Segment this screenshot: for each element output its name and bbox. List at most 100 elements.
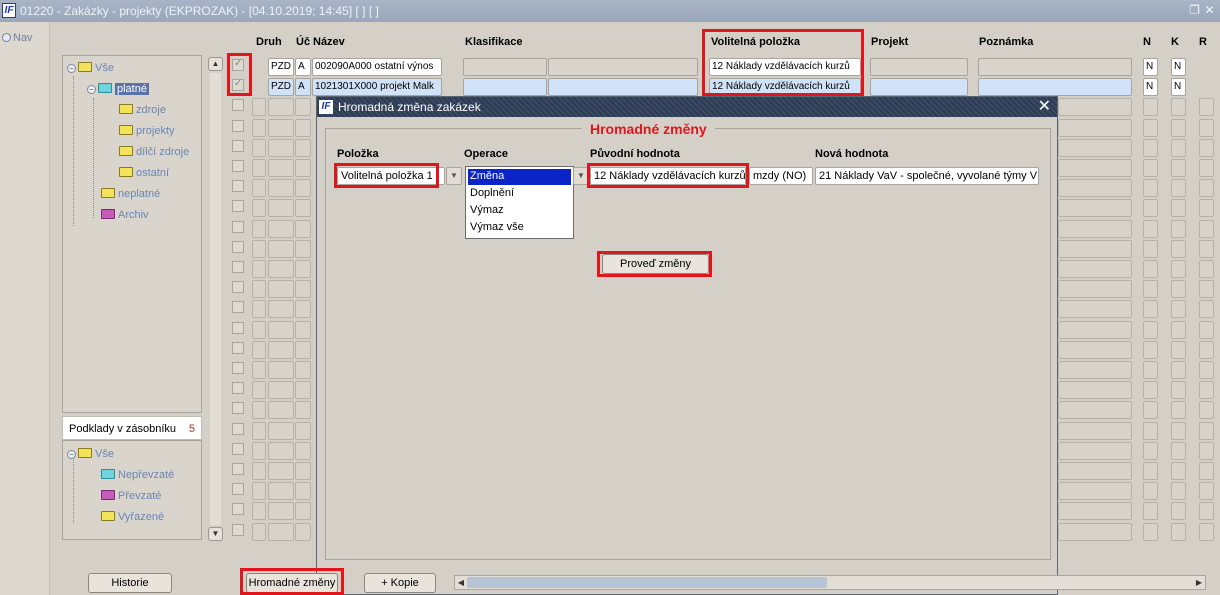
grid-cell[interactable] [1143,381,1158,400]
grid-cell[interactable] [1199,401,1214,420]
col-header-poznamka[interactable]: Poznámka [979,36,1033,48]
option-doplneni[interactable]: Doplnění [468,186,571,202]
collapse-icon[interactable]: − [67,450,76,459]
grid-cell[interactable] [1199,482,1214,501]
tree2-item-prevzate[interactable]: Převzaté [101,490,161,506]
tree2-item-neprevzate[interactable]: Nepřevzaté [101,469,174,485]
bulk-changes-button[interactable]: Hromadné změny [246,573,338,593]
grid-cell[interactable] [295,179,311,198]
tree-item-zdroje[interactable]: zdroje [119,104,166,120]
grid-cell[interactable] [1143,462,1158,480]
grid-cell[interactable] [1199,98,1214,117]
scroll-left-icon[interactable]: ◀ [455,576,467,589]
grid-cell[interactable] [1171,482,1186,501]
grid-cell[interactable] [268,381,294,400]
grid-cell[interactable] [1058,340,1132,359]
row-checkbox[interactable] [232,503,244,516]
grid-cell[interactable] [1199,199,1214,218]
cell-n[interactable]: N [1143,58,1158,76]
grid-cell[interactable] [252,138,266,157]
grid-cell[interactable] [1143,300,1158,319]
grid-cell[interactable] [252,118,266,137]
grid-cell[interactable] [1058,441,1132,460]
grid-cell[interactable] [1143,421,1158,440]
grid-cell[interactable] [295,340,311,359]
grid-cell[interactable] [252,421,266,440]
col-header-nazev[interactable]: Název [313,36,345,48]
grid-cell[interactable] [268,98,294,117]
grid-cell[interactable] [1058,260,1132,278]
grid-cell[interactable] [1171,300,1186,319]
tree-item-vse[interactable]: − Vše [67,62,114,78]
col-header-druh[interactable]: Druh [256,36,282,48]
grid-cell[interactable] [1058,199,1132,218]
grid-cell[interactable] [252,98,266,117]
tree-item-dilci-zdroje[interactable]: dílčí zdroje [119,146,189,162]
grid-cell[interactable] [1143,320,1158,339]
grid-cell[interactable] [1058,401,1132,420]
grid-cell[interactable] [252,340,266,359]
grid-cell[interactable] [268,118,294,137]
cell-k[interactable]: N [1171,78,1186,96]
grid-cell[interactable] [1199,280,1214,299]
grid-cell[interactable] [268,462,294,480]
grid-cell[interactable] [1199,320,1214,339]
grid-cell[interactable] [1143,118,1158,137]
grid-cell[interactable] [295,260,311,278]
grid-cell[interactable] [1058,522,1132,541]
row-checkbox[interactable] [232,422,244,435]
cell-projekt[interactable] [870,58,968,76]
row-checkbox[interactable] [232,139,244,152]
row-checkbox[interactable] [232,402,244,415]
grid-cell[interactable] [295,239,311,258]
cell-uc[interactable]: A [295,78,311,96]
grid-cell[interactable] [1058,118,1132,137]
grid-cell[interactable] [1171,421,1186,440]
grid-cell[interactable] [295,98,311,117]
grid-cell[interactable] [1143,159,1158,177]
cell-klasifikace[interactable] [463,58,547,76]
grid-cell[interactable] [1058,179,1132,198]
grid-cell[interactable] [252,462,266,480]
row-checkbox[interactable] [232,442,244,455]
cell-klasifikace[interactable] [463,78,547,96]
grid-cell[interactable] [252,159,266,177]
grid-cell[interactable] [252,320,266,339]
grid-cell[interactable] [1143,260,1158,278]
grid-cell[interactable] [1171,118,1186,137]
grid-cell[interactable] [1199,300,1214,319]
grid-cell[interactable] [295,502,311,521]
cell-nazev[interactable]: 1021301X000 projekt Malk [312,78,442,96]
podklady-header[interactable]: Podklady v zásobníku 5 [62,416,202,440]
nav-toggle[interactable]: Nav [2,32,33,44]
grid-cell[interactable] [252,401,266,420]
grid-cell[interactable] [1199,219,1214,238]
cell-nazev[interactable]: 002090A000 ostatní výnos [312,58,442,76]
row-checkbox[interactable] [232,301,244,314]
tree-item-platne[interactable]: − platné [87,83,149,99]
grid-cell[interactable] [295,361,311,379]
grid-cell[interactable] [1143,199,1158,218]
scroll-right-icon[interactable]: ▶ [1193,576,1205,589]
grid-cell[interactable] [1143,401,1158,420]
cell-volitelna[interactable]: 12 Náklady vzdělávacích kurzů [709,78,861,96]
puvodni-hodnota-field[interactable]: 12 Náklady vzdělávacích kurzů [590,167,746,185]
cell-k[interactable]: N [1171,58,1186,76]
option-vymaz-vse[interactable]: Výmaz vše [468,220,571,236]
grid-cell[interactable] [1199,159,1214,177]
chevron-down-icon[interactable]: ▼ [573,167,589,185]
row-checkbox[interactable] [232,463,244,475]
grid-cell[interactable] [268,361,294,379]
grid-cell[interactable] [268,138,294,157]
grid-cell[interactable] [1058,462,1132,480]
grid-cell[interactable] [252,361,266,379]
grid-cell[interactable] [268,199,294,218]
scroll-down-icon[interactable]: ▼ [208,527,223,541]
tree-item-ostatni[interactable]: ostatní [119,167,169,183]
grid-cell[interactable] [1171,441,1186,460]
grid-cell[interactable] [268,280,294,299]
cell-uc[interactable]: A [295,58,311,76]
grid-cell[interactable] [268,340,294,359]
grid-cell[interactable] [295,482,311,501]
grid-cell[interactable] [295,138,311,157]
